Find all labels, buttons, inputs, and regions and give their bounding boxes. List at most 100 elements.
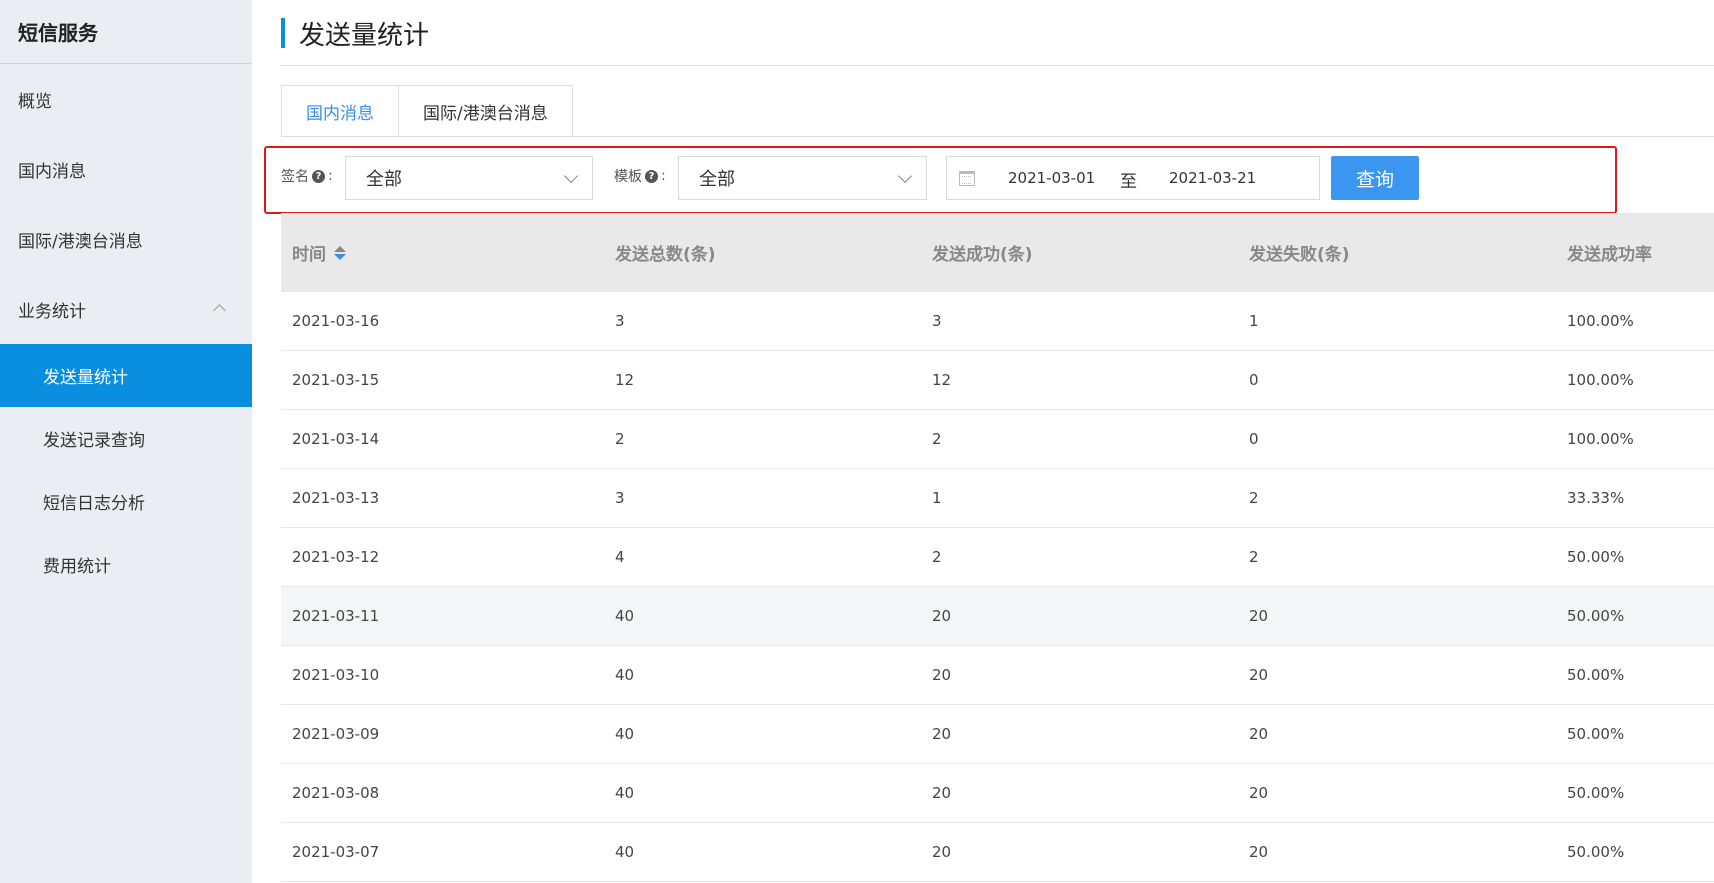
cell-total: 4 <box>615 548 625 566</box>
cell-success: 2 <box>932 430 942 448</box>
cell-failed: 0 <box>1249 371 1259 389</box>
sidebar-item-label: 国内消息 <box>18 161 86 182</box>
template-select-value: 全部 <box>699 169 735 190</box>
cell-total: 40 <box>615 843 635 861</box>
cell-success-rate: 50.00% <box>1567 784 1625 802</box>
help-icon[interactable]: ? <box>312 169 325 183</box>
column-header-time[interactable]: 时间 <box>292 213 346 292</box>
calendar-icon <box>959 171 975 186</box>
cell-success-rate: 100.00% <box>1567 312 1634 330</box>
cell-success: 20 <box>932 666 952 684</box>
table-row: 2021-03-16 3 3 1 100.00% <box>281 292 1714 351</box>
template-label: 模板 ? : <box>614 166 666 186</box>
cell-failed: 1 <box>1249 312 1259 330</box>
stats-table: 时间 发送总数(条) 发送成功(条) 发送失败(条) 发送成功率 2021-03… <box>281 213 1714 882</box>
sidebar-subitem-label: 短信日志分析 <box>43 494 145 514</box>
label-colon: : <box>661 168 666 184</box>
cell-success: 1 <box>932 489 942 507</box>
signature-label-text: 签名 <box>281 169 309 185</box>
sidebar-subitem-label: 费用统计 <box>43 557 111 577</box>
signature-select[interactable]: 全部 <box>345 156 593 200</box>
cell-time: 2021-03-16 <box>292 312 380 330</box>
cell-total: 40 <box>615 784 635 802</box>
table-row: 2021-03-07 40 20 20 50.00% <box>281 823 1714 882</box>
cell-success-rate: 50.00% <box>1567 548 1625 566</box>
table-row: 2021-03-14 2 2 0 100.00% <box>281 410 1714 469</box>
cell-total: 3 <box>615 489 625 507</box>
table-row: 2021-03-09 40 20 20 50.00% <box>281 705 1714 764</box>
column-header-failed: 发送失败(条) <box>1249 245 1350 265</box>
cell-time: 2021-03-12 <box>292 548 380 566</box>
cell-total: 40 <box>615 725 635 743</box>
sidebar-brand: 短信服务 <box>0 0 252 64</box>
column-header-success-rate: 发送成功率 <box>1567 245 1652 265</box>
sidebar-item-domestic[interactable]: 国内消息 <box>0 134 252 204</box>
signature-label: 签名 ? : <box>281 166 333 186</box>
column-header-label: 时间 <box>292 245 326 265</box>
cell-success-rate: 100.00% <box>1567 430 1634 448</box>
column-header-success: 发送成功(条) <box>932 245 1033 265</box>
cell-success-rate: 50.00% <box>1567 843 1625 861</box>
sidebar-item-label: 业务统计 <box>18 301 86 322</box>
table-row: 2021-03-13 3 1 2 33.33% <box>281 469 1714 528</box>
cell-success: 20 <box>932 725 952 743</box>
cell-success-rate: 50.00% <box>1567 666 1625 684</box>
cell-total: 40 <box>615 607 635 625</box>
sidebar-item-label: 国际/港澳台消息 <box>18 231 143 252</box>
cell-success: 3 <box>932 312 942 330</box>
sort-icon[interactable] <box>334 245 346 260</box>
cell-failed: 20 <box>1249 607 1269 625</box>
date-end-input[interactable]: 2021-03-21 <box>1169 169 1256 187</box>
chevron-down-icon <box>563 168 579 184</box>
template-select[interactable]: 全部 <box>678 156 927 200</box>
cell-failed: 2 <box>1249 548 1259 566</box>
table-row: 2021-03-11 40 20 20 50.00% <box>281 587 1714 646</box>
date-range-picker[interactable]: 2021-03-01 至 2021-03-21 <box>946 156 1320 200</box>
sidebar-subitem-send-volume[interactable]: 发送量统计 <box>0 344 252 407</box>
cell-failed: 20 <box>1249 725 1269 743</box>
cell-success-rate: 100.00% <box>1567 371 1634 389</box>
sidebar-item-overview[interactable]: 概览 <box>0 64 252 134</box>
chevron-up-icon <box>213 304 226 317</box>
label-colon: : <box>328 168 333 184</box>
sidebar-subitem-send-records[interactable]: 发送记录查询 <box>0 407 252 470</box>
sidebar-item-international[interactable]: 国际/港澳台消息 <box>0 204 252 274</box>
tab-domestic[interactable]: 国内消息 <box>281 85 399 137</box>
sidebar-subitem-label: 发送记录查询 <box>43 431 145 451</box>
cell-success: 20 <box>932 607 952 625</box>
divider <box>281 136 1714 137</box>
sidebar-item-stats[interactable]: 业务统计 <box>0 274 252 344</box>
sidebar: 短信服务 概览 国内消息 国际/港澳台消息 业务统计 发送量统计 发送记录查询 … <box>0 0 252 883</box>
chevron-down-icon <box>897 168 913 184</box>
cell-total: 2 <box>615 430 625 448</box>
signature-select-value: 全部 <box>366 169 402 190</box>
cell-success-rate: 50.00% <box>1567 725 1625 743</box>
table-row: 2021-03-15 12 12 0 100.00% <box>281 351 1714 410</box>
cell-total: 12 <box>615 371 635 389</box>
cell-success: 20 <box>932 843 952 861</box>
sidebar-subitem-cost-stats[interactable]: 费用统计 <box>0 533 252 596</box>
divider <box>280 65 1714 66</box>
cell-failed: 20 <box>1249 666 1269 684</box>
query-button[interactable]: 查询 <box>1331 156 1419 200</box>
tab-international[interactable]: 国际/港澳台消息 <box>399 85 573 137</box>
cell-time: 2021-03-09 <box>292 725 380 743</box>
cell-time: 2021-03-07 <box>292 843 380 861</box>
help-icon[interactable]: ? <box>645 169 658 183</box>
date-start-input[interactable]: 2021-03-01 <box>1008 169 1095 187</box>
sidebar-item-label: 概览 <box>18 91 52 112</box>
cell-success: 20 <box>932 784 952 802</box>
cell-success-rate: 33.33% <box>1567 489 1625 507</box>
date-separator: 至 <box>1120 172 1137 192</box>
cell-total: 40 <box>615 666 635 684</box>
table-row: 2021-03-12 4 2 2 50.00% <box>281 528 1714 587</box>
cell-time: 2021-03-13 <box>292 489 380 507</box>
cell-time: 2021-03-08 <box>292 784 380 802</box>
cell-time: 2021-03-10 <box>292 666 380 684</box>
tab-bar: 国内消息 国际/港澳台消息 <box>281 85 573 137</box>
cell-time: 2021-03-11 <box>292 607 380 625</box>
cell-success-rate: 50.00% <box>1567 607 1625 625</box>
page-title: 发送量统计 <box>281 18 429 51</box>
cell-success: 12 <box>932 371 952 389</box>
sidebar-subitem-log-analysis[interactable]: 短信日志分析 <box>0 470 252 533</box>
